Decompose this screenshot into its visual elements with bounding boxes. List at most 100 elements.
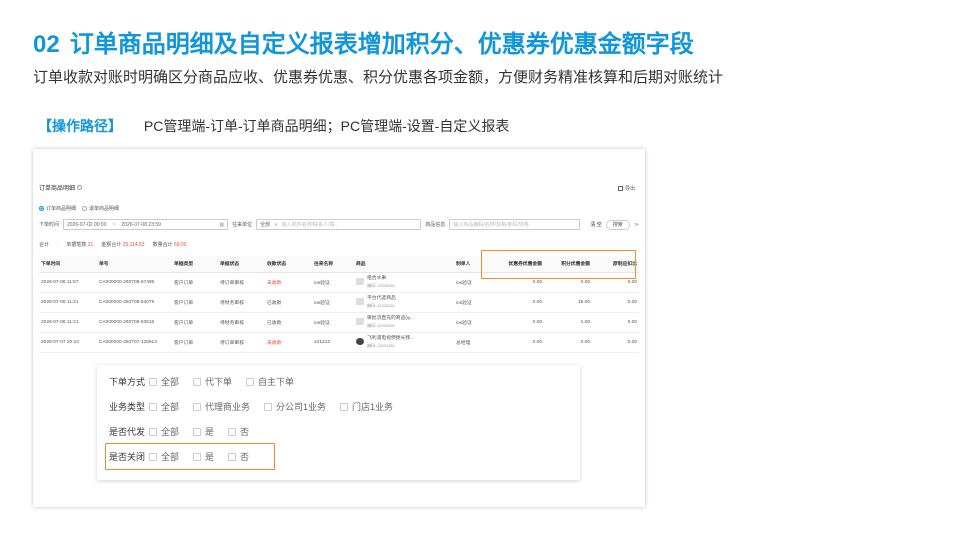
checkbox-option[interactable]: 自主下单 bbox=[246, 375, 294, 388]
radio-order-detail[interactable]: 订单商品明细 bbox=[39, 205, 76, 212]
cell-party: 121212 bbox=[312, 332, 354, 353]
option-label: 分公司1业务 bbox=[276, 402, 327, 412]
checkbox-icon bbox=[340, 402, 349, 411]
calendar-icon: ▦ bbox=[219, 221, 225, 228]
cell-order-no[interactable]: CA000000-260708-63079 bbox=[97, 292, 172, 313]
cell-coupon: 0.00 bbox=[496, 332, 544, 353]
export-button[interactable]: 导出 bbox=[617, 185, 635, 192]
checkbox-option[interactable]: 门店1业务 bbox=[340, 400, 393, 413]
section-number: 02 bbox=[33, 31, 60, 58]
goods-code: 编码: 03001801 bbox=[367, 342, 396, 348]
cell-time: 2026-07-08 11:57 bbox=[39, 272, 97, 293]
cell-pay-status: 已收款 bbox=[265, 312, 312, 333]
checkbox-icon bbox=[228, 427, 237, 436]
filter-row-order-method: 下单方式 全部 代下单 自主下单 bbox=[109, 375, 308, 388]
amount-value: 25,114.53 bbox=[122, 242, 145, 248]
cell-time: 2026-07-08 11:21 bbox=[39, 312, 97, 333]
checkbox-option[interactable]: 代理商业务 bbox=[193, 400, 250, 413]
option-label: 代下单 bbox=[205, 377, 233, 387]
option-label: 门店1业务 bbox=[352, 402, 394, 412]
cell-type: 客户订单 bbox=[172, 312, 218, 333]
highlight-discount-columns bbox=[481, 250, 636, 279]
cell-type: 客户订单 bbox=[172, 272, 218, 293]
table-row[interactable]: 2026-07-08 11:21 CA000000-260708-63079 客… bbox=[39, 292, 639, 313]
cell-time: 2026-07-07 20:24 bbox=[39, 332, 97, 353]
time-label: 下单时间 bbox=[39, 222, 60, 228]
col-pay-status[interactable]: 收款状态 bbox=[265, 256, 312, 273]
checkbox-option[interactable]: 否 bbox=[228, 425, 249, 438]
radio-label: 订单商品明细 bbox=[46, 206, 77, 212]
order-detail-app: 订单商品明细 导出 订单商品明细 退单商品明细 下单时间 2026-07-02 … bbox=[33, 149, 645, 361]
cell-coupon: 0.00 bbox=[496, 312, 544, 333]
divider: | bbox=[57, 241, 59, 248]
path-label: 【操作路径】 bbox=[38, 118, 122, 134]
checkbox-icon bbox=[149, 377, 157, 386]
screenshot-frame: 订单商品明细 导出 订单商品明细 退单商品明细 下单时间 2026-07-02 … bbox=[33, 149, 645, 507]
radio-unchecked-icon bbox=[82, 206, 88, 212]
cell-maker: 总经理 bbox=[454, 332, 496, 353]
col-goods[interactable]: 商品 bbox=[354, 256, 454, 273]
path-text: PC管理端-订单-订单商品明细；PC管理端-设置-自定义报表 bbox=[143, 118, 510, 134]
page-title-text: 订单商品明细 bbox=[39, 186, 76, 192]
cell-last: 0.00 bbox=[592, 292, 639, 313]
title-text: 订单商品明细及自定义报表增加积分、优惠券优惠金额字段 bbox=[69, 31, 694, 58]
cell-pay-status: 未收款 bbox=[265, 272, 312, 293]
unit-label: 往来单位 bbox=[232, 222, 253, 228]
operation-path: 【操作路径】 PC管理端-订单-订单商品明细；PC管理端-设置-自定义报表 bbox=[38, 116, 509, 136]
col-doc-type[interactable]: 单据类型 bbox=[172, 256, 218, 273]
unit-select[interactable]: 全部 ∨ 输入机构名称/联系人/联... bbox=[256, 219, 422, 230]
export-icon bbox=[617, 186, 623, 191]
radio-return-detail[interactable]: 退单商品明细 bbox=[82, 205, 119, 212]
goods-thumbnail bbox=[356, 278, 364, 286]
checkbox-option[interactable]: 是 bbox=[193, 425, 214, 438]
table-row[interactable]: 2026-07-08 11:21 CA000000-260708-63516 客… bbox=[39, 312, 639, 333]
option-label: 代理商业务 bbox=[205, 402, 251, 412]
clear-button[interactable]: 清 空 bbox=[590, 221, 601, 228]
cell-pay-status: 未收款 bbox=[265, 332, 312, 353]
unit-placeholder: 输入机构名称/联系人/联... bbox=[281, 222, 339, 228]
goods-input[interactable]: 输入商品编码/名称/规格/条码/规格 bbox=[449, 219, 581, 230]
slide-title: 02 订单商品明细及自定义报表增加积分、优惠券优惠金额字段 bbox=[33, 24, 694, 59]
option-label: 否 bbox=[240, 427, 250, 437]
search-button[interactable]: 搜索 bbox=[605, 219, 630, 230]
col-order-time[interactable]: 下单时间 bbox=[39, 256, 97, 273]
checkbox-icon bbox=[193, 377, 202, 386]
cell-goods: 飞利浦电视便捷长频... 编码: 03001801 bbox=[354, 332, 454, 353]
filter-label: 是否代发 bbox=[109, 427, 146, 437]
expand-icon[interactable]: ≫ bbox=[634, 222, 639, 228]
highlight-closed-filter bbox=[105, 443, 275, 470]
checkbox-option[interactable]: 代下单 bbox=[193, 375, 232, 388]
checkbox-option[interactable]: 全部 bbox=[149, 400, 179, 413]
col-doc-status[interactable]: 单据状态 bbox=[218, 256, 265, 273]
goods-code: 编码: 61025901 bbox=[367, 302, 396, 308]
help-icon[interactable] bbox=[77, 185, 83, 190]
date-start: 2026-07-02 00:00 bbox=[67, 221, 107, 228]
goods-label: 商品信息 bbox=[425, 222, 446, 228]
cell-status: 待订单审核 bbox=[218, 272, 265, 293]
goods-thumbnail bbox=[356, 338, 364, 346]
date-end: 2026-07-08 23:59 bbox=[121, 221, 161, 228]
checkbox-option[interactable]: 全部 bbox=[149, 375, 179, 388]
filter-bar: 下单时间 2026-07-02 00:00 ~ 2026-07-08 23:59… bbox=[39, 219, 639, 230]
cell-order-no[interactable]: CA000000-260708-63516 bbox=[97, 312, 172, 333]
date-range-picker[interactable]: 2026-07-02 00:00 ~ 2026-07-08 23:59 ▦ bbox=[63, 219, 229, 230]
cell-goods: 组合水果 编码: 33035302 bbox=[354, 272, 454, 293]
option-label: 全部 bbox=[161, 402, 180, 412]
checkbox-icon bbox=[264, 402, 273, 411]
checkbox-option[interactable]: 全部 bbox=[149, 425, 179, 438]
cell-order-no[interactable]: CA000000-260708-67495 bbox=[97, 272, 172, 293]
filter-label: 下单方式 bbox=[109, 377, 146, 387]
goods-name: 平台代选商品 bbox=[367, 296, 396, 302]
checkbox-option[interactable]: 分公司1业务 bbox=[264, 400, 326, 413]
cell-order-no[interactable]: CA000000-260707-125913 bbox=[97, 332, 172, 353]
radio-checked-icon bbox=[39, 206, 44, 212]
goods-thumbnail bbox=[356, 298, 364, 306]
goods-thumbnail bbox=[356, 318, 364, 326]
cell-party: ios验证 bbox=[312, 312, 354, 333]
col-order-no[interactable]: 单号 bbox=[97, 256, 172, 273]
col-party[interactable]: 往来名称 bbox=[312, 256, 354, 273]
cell-points: 1.00 bbox=[544, 312, 592, 333]
cell-pay-status: 已收款 bbox=[265, 292, 312, 313]
table-row[interactable]: 2026-07-07 20:24 CA000000-260707-125913 … bbox=[39, 332, 639, 353]
cell-last: 0.00 bbox=[592, 312, 639, 333]
